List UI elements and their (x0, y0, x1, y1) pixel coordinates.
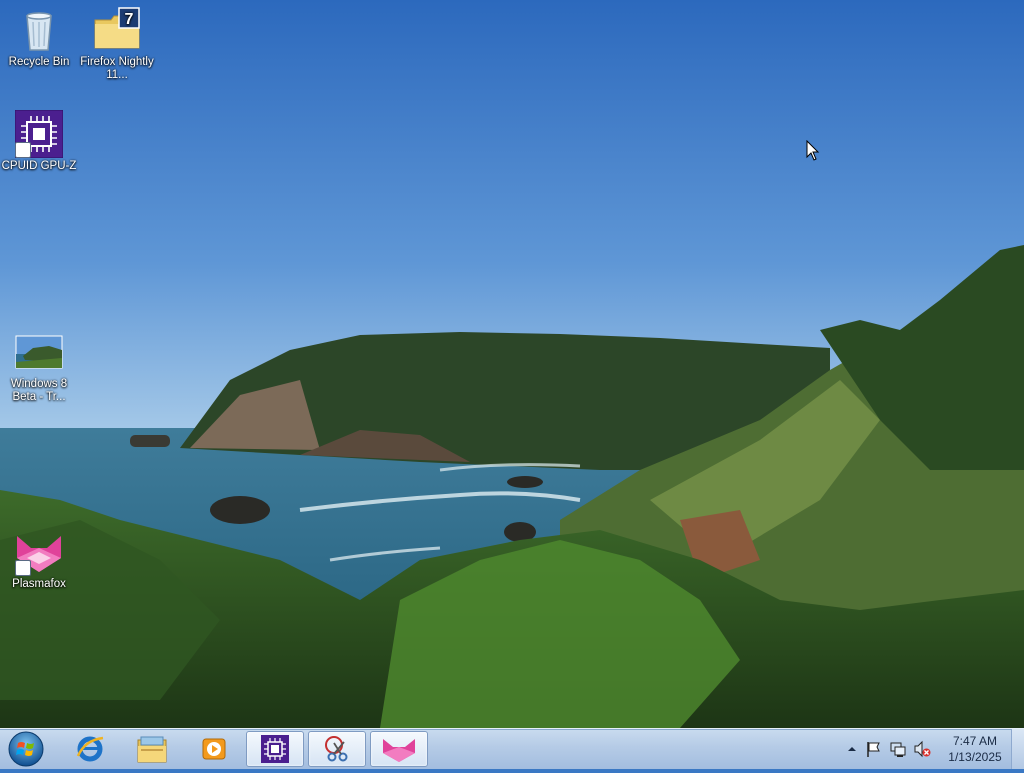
tray-action-center[interactable] (865, 740, 883, 758)
taskbar-plasmafox[interactable] (370, 731, 428, 767)
desktop-wallpaper (0, 0, 1024, 728)
svg-text:7: 7 (125, 11, 134, 28)
mouse-cursor-icon (806, 139, 820, 167)
tray-show-hidden-button[interactable] (843, 740, 861, 758)
clock-time: 7:47 AM (952, 734, 998, 748)
start-button[interactable] (6, 730, 46, 768)
tray-clock[interactable]: 7:47 AM 1/13/2025 (940, 733, 1010, 765)
taskbar-media-player[interactable] (186, 731, 242, 767)
taskbar-gpuz[interactable] (246, 731, 304, 767)
folder-library-icon (137, 736, 167, 763)
plasmafox-icon (383, 739, 415, 762)
clock-date: 1/13/2025 (948, 750, 1002, 764)
desktop-icon-label: Firefox Nightly 11... (80, 56, 154, 81)
tray-volume[interactable] (913, 740, 931, 758)
taskbar-windows-explorer[interactable] (124, 731, 180, 767)
taskbar: 7:47 AM 1/13/2025 (0, 728, 1024, 769)
desktop-icon-label: CPUID GPU-Z (1, 160, 77, 172)
desktop-icon-label: Recycle Bin (8, 56, 70, 68)
desktop-icon-label: Windows 8 Beta - Tr... (10, 378, 68, 403)
recycle-bin-icon (15, 6, 63, 54)
chip-icon (14, 109, 64, 159)
desktop-icon-plasmafox[interactable]: Plasmafox (0, 528, 78, 591)
shortcut-arrow-icon (15, 142, 31, 158)
chevron-up-icon (848, 747, 856, 751)
network-icon (890, 742, 906, 757)
taskbar-internet-explorer[interactable] (62, 731, 118, 767)
show-desktop-button[interactable] (1011, 729, 1024, 769)
shortcut-arrow-icon (15, 560, 31, 576)
folder-icon: 7 (93, 6, 141, 54)
tray-network[interactable] (889, 740, 907, 758)
desktop-icon-recycle-bin[interactable]: Recycle Bin (0, 6, 78, 69)
desktop-icon-gpuz[interactable]: CPUID GPU-Z (0, 109, 78, 173)
plasmafox-icon (15, 528, 63, 576)
windows-orb-icon (8, 731, 44, 767)
taskbar-snipping-tool[interactable] (308, 731, 366, 767)
desktop-icon-label: Plasmafox (12, 578, 66, 590)
media-player-icon (202, 738, 226, 760)
internet-explorer-icon (76, 736, 104, 762)
volume-muted-icon (914, 740, 931, 758)
action-center-flag-icon (867, 742, 880, 757)
desktop-icon-firefox-nightly[interactable]: 7 Firefox Nightly 11... (78, 6, 156, 82)
chip-icon (261, 735, 289, 763)
desktop-icon-windows8-beta[interactable]: Windows 8 Beta - Tr... (0, 328, 78, 404)
scissors-icon (325, 736, 348, 762)
landscape-thumbnail-icon (15, 328, 63, 376)
